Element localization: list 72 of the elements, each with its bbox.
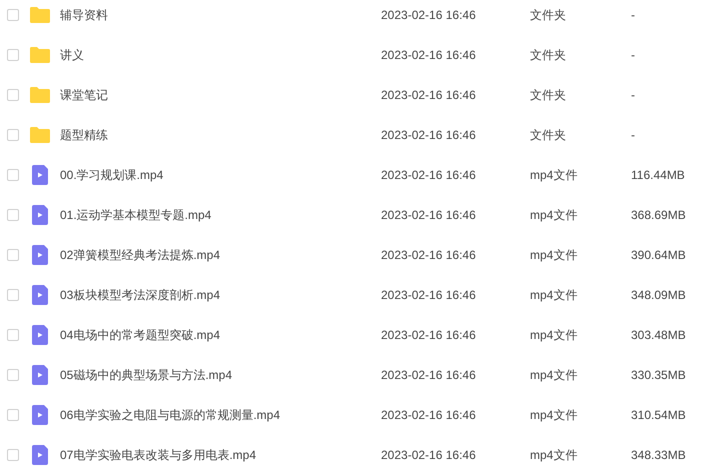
file-size: 330.35MB xyxy=(631,368,686,382)
file-name[interactable]: 讲义 xyxy=(60,46,381,64)
file-name[interactable]: 05磁场中的典型场景与方法.mp4 xyxy=(60,366,381,384)
file-size: 390.64MB xyxy=(631,248,686,262)
file-size: 310.54MB xyxy=(631,408,686,422)
file-name[interactable]: 课堂笔记 xyxy=(60,86,381,104)
checkbox[interactable] xyxy=(7,169,19,181)
file-size: 348.09MB xyxy=(631,288,686,302)
file-name[interactable]: 01.运动学基本模型专题.mp4 xyxy=(60,206,381,224)
file-type: 文件夹 xyxy=(530,86,567,104)
checkbox[interactable] xyxy=(7,249,19,261)
file-size: - xyxy=(631,48,635,62)
file-type: mp4文件 xyxy=(530,326,578,344)
modified-date: 2023-02-16 16:46 xyxy=(381,128,477,142)
file-name[interactable]: 题型精练 xyxy=(60,126,381,144)
file-type: 文件夹 xyxy=(530,46,567,64)
modified-date: 2023-02-16 16:46 xyxy=(381,48,477,62)
video-file-icon xyxy=(32,445,48,465)
file-type: mp4文件 xyxy=(530,366,578,384)
checkbox[interactable] xyxy=(7,9,19,21)
modified-date: 2023-02-16 16:46 xyxy=(381,208,477,222)
file-name[interactable]: 04电场中的常考题型突破.mp4 xyxy=(60,326,381,344)
checkbox[interactable] xyxy=(7,209,19,221)
file-name[interactable]: 02弹簧模型经典考法提炼.mp4 xyxy=(60,246,381,264)
file-size: - xyxy=(631,128,635,142)
checkbox[interactable] xyxy=(7,289,19,301)
folder-icon xyxy=(30,47,50,63)
checkbox[interactable] xyxy=(7,129,19,141)
checkbox[interactable] xyxy=(7,369,19,381)
file-size: 368.69MB xyxy=(631,208,686,222)
video-file-icon xyxy=(32,365,48,385)
file-type: mp4文件 xyxy=(530,286,578,304)
file-size: - xyxy=(631,88,635,102)
file-type: 文件夹 xyxy=(530,6,567,24)
modified-date: 2023-02-16 16:46 xyxy=(381,168,477,182)
modified-date: 2023-02-16 16:46 xyxy=(381,248,477,262)
checkbox[interactable] xyxy=(7,49,19,61)
file-name[interactable]: 07电学实验电表改装与多用电表.mp4 xyxy=(60,446,381,464)
folder-icon xyxy=(30,127,50,143)
file-type: mp4文件 xyxy=(530,166,578,184)
checkbox[interactable] xyxy=(7,329,19,341)
folder-icon xyxy=(30,87,50,103)
video-file-icon xyxy=(32,245,48,265)
video-file-icon xyxy=(32,325,48,345)
modified-date: 2023-02-16 16:46 xyxy=(381,448,477,462)
checkbox[interactable] xyxy=(7,409,19,421)
file-size: - xyxy=(631,8,635,22)
modified-date: 2023-02-16 16:46 xyxy=(381,408,477,422)
modified-date: 2023-02-16 16:46 xyxy=(381,8,477,22)
modified-date: 2023-02-16 16:46 xyxy=(381,328,477,342)
file-name[interactable]: 00.学习规划课.mp4 xyxy=(60,166,381,184)
file-type: mp4文件 xyxy=(530,206,578,224)
folder-icon xyxy=(30,7,50,23)
modified-date: 2023-02-16 16:46 xyxy=(381,368,477,382)
video-file-icon xyxy=(32,285,48,305)
file-size: 348.33MB xyxy=(631,448,686,462)
file-name[interactable]: 06电学实验之电阻与电源的常规测量.mp4 xyxy=(60,406,381,424)
file-name[interactable]: 辅导资料 xyxy=(60,6,381,24)
file-type: mp4文件 xyxy=(530,246,578,264)
file-type: 文件夹 xyxy=(530,126,567,144)
video-file-icon xyxy=(32,405,48,425)
file-size: 116.44MB xyxy=(631,168,685,182)
checkbox[interactable] xyxy=(7,449,19,461)
checkbox[interactable] xyxy=(7,89,19,101)
video-file-icon xyxy=(32,165,48,185)
file-type: mp4文件 xyxy=(530,406,578,424)
file-size: 303.48MB xyxy=(631,328,686,342)
video-file-icon xyxy=(32,205,48,225)
file-name[interactable]: 03板块模型考法深度剖析.mp4 xyxy=(60,286,381,304)
modified-date: 2023-02-16 16:46 xyxy=(381,88,477,102)
file-type: mp4文件 xyxy=(530,446,578,464)
modified-date: 2023-02-16 16:46 xyxy=(381,288,477,302)
